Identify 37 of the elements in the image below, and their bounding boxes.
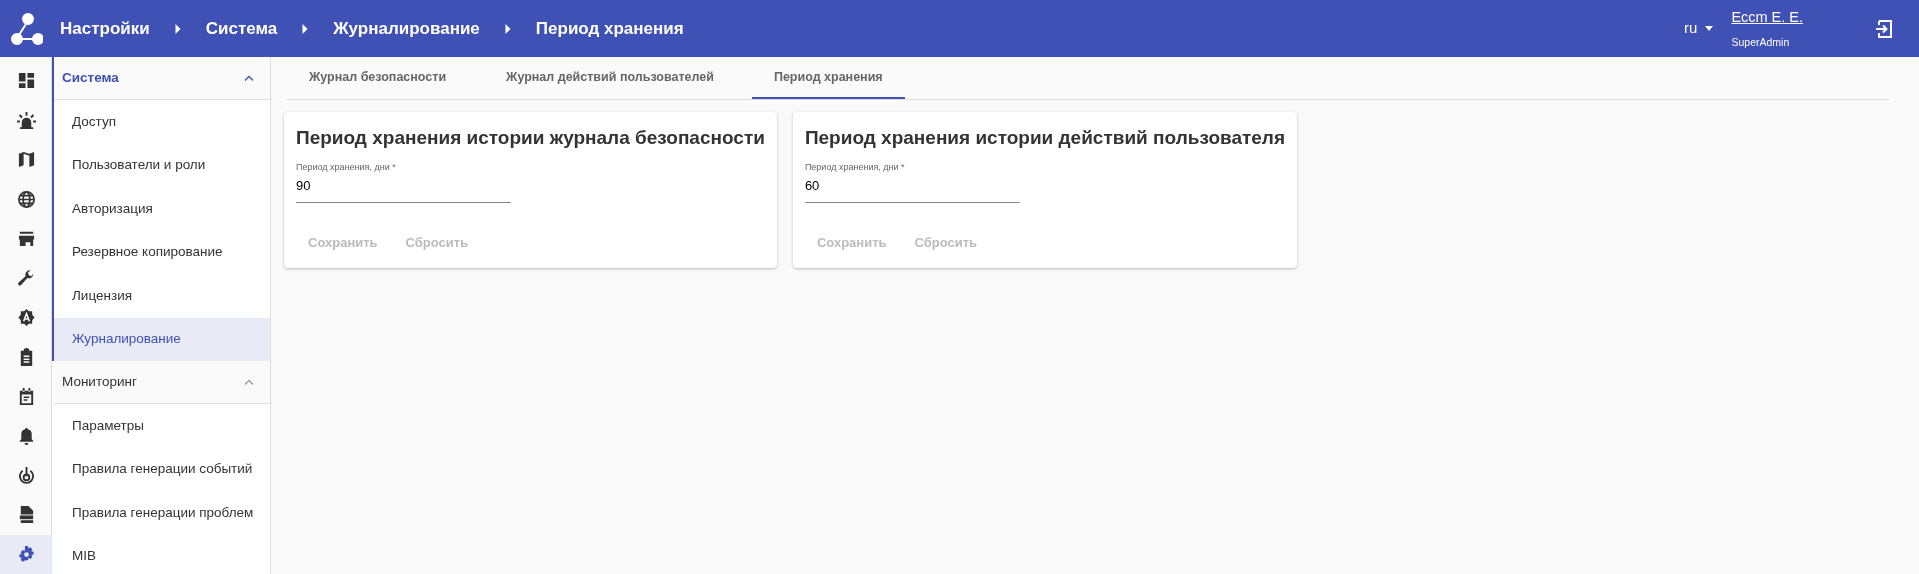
badge-icon[interactable] (16, 308, 36, 328)
chevron-icon (503, 23, 512, 34)
chevron-icon (301, 23, 310, 34)
logo-icon[interactable] (9, 11, 43, 46)
tab[interactable]: Период хранения (751, 57, 905, 99)
breadcrumb-item[interactable]: Настройки (60, 15, 150, 42)
logout-icon[interactable] (1875, 19, 1893, 38)
sidebar-group-header[interactable]: Система (54, 57, 270, 100)
chevron-icon (244, 379, 254, 385)
tab[interactable]: Журнал безопасности (287, 57, 469, 99)
store-icon[interactable] (16, 229, 36, 249)
log-file-icon[interactable] (16, 505, 36, 525)
field-label: Период хранения, дни * (804, 160, 906, 174)
tab[interactable]: Журнал действий пользователей (484, 57, 736, 99)
settings-icon[interactable] (16, 544, 36, 564)
user-name-link[interactable]: Ессm Е. Е. (1731, 6, 1803, 29)
globe-icon[interactable] (16, 189, 36, 209)
field-label: Период хранения, дни * (296, 160, 397, 174)
sidebar-item[interactable]: Журналирование (54, 317, 270, 361)
map-icon[interactable] (16, 150, 36, 170)
card-title: Период хранения истории действий пользователя (804, 126, 1285, 150)
wrench-icon[interactable] (16, 268, 36, 288)
alarm-light-icon[interactable] (16, 110, 36, 130)
sidebar-group-header[interactable]: Мониторинг (54, 361, 270, 404)
target-icon[interactable] (16, 465, 36, 485)
chevron-icon (173, 23, 182, 34)
dashboard-icon[interactable] (16, 71, 36, 91)
language-dropdown[interactable]: ru (1684, 17, 1714, 40)
input-field[interactable]: 90 (296, 174, 511, 203)
breadcrumb-item[interactable]: Система (205, 15, 278, 42)
breadcrumb-item: Период хранения (535, 17, 684, 40)
card-title: Период хранения истории журнала безопасности (296, 126, 765, 150)
input-field[interactable]: 60 (804, 174, 1020, 203)
user-role: SuperAdmin (1731, 34, 1791, 50)
breadcrumb-item[interactable]: Журналирование (333, 15, 480, 42)
caret-icon (1705, 26, 1714, 31)
chevron-icon (244, 75, 254, 81)
